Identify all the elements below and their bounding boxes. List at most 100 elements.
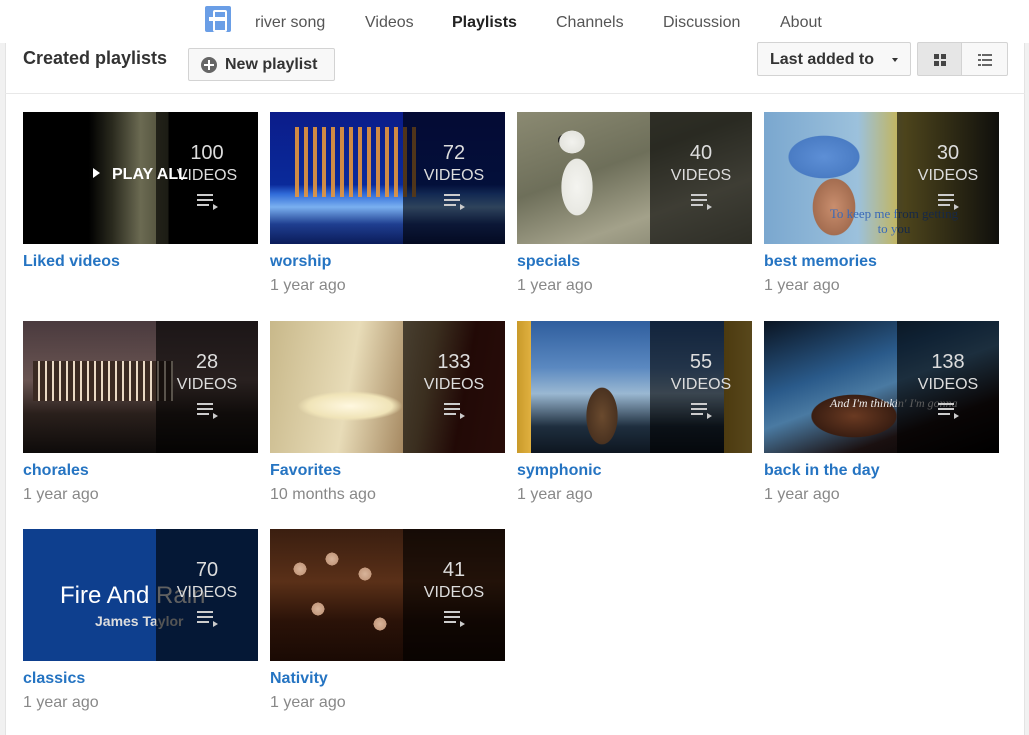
video-count-overlay: 138 VIDEOS <box>897 321 999 453</box>
grid-view-icon <box>934 54 947 66</box>
video-count-label: VIDEOS <box>423 167 485 184</box>
playlist-thumbnail[interactable]: 55 VIDEOS <box>517 321 752 453</box>
video-count: 100 <box>190 142 224 164</box>
nav-tab-videos[interactable]: Videos <box>365 14 414 32</box>
new-playlist-button[interactable]: New playlist <box>188 48 335 81</box>
playlist-title[interactable]: Nativity <box>270 670 328 688</box>
playlist-title[interactable]: symphonic <box>517 462 601 480</box>
video-count-overlay: 70 VIDEOS <box>156 529 258 661</box>
playlist-thumbnail[interactable]: And I'm thinkin' I'm gonna 138 VIDEOS <box>764 321 999 453</box>
playlist-updated: 1 year ago <box>517 277 593 294</box>
play-all-button[interactable]: PLAY ALL <box>93 166 188 184</box>
video-count: 30 <box>936 142 960 164</box>
video-count-label: VIDEOS <box>670 167 732 184</box>
playlist-title[interactable]: back in the day <box>764 462 880 480</box>
nav-channel-name[interactable]: river song <box>255 14 325 32</box>
playlist-icon <box>691 194 713 210</box>
playlist-card: And I'm thinkin' I'm gonna 138 VIDEOS ba… <box>764 321 999 521</box>
nav-tab-channels[interactable]: Channels <box>556 14 624 32</box>
playlist-thumbnail[interactable]: 28 VIDEOS <box>23 321 258 453</box>
sort-dropdown[interactable]: Last added to <box>757 42 911 76</box>
video-count-overlay: 40 VIDEOS <box>650 112 752 244</box>
video-count: 138 <box>931 351 965 373</box>
playlist-icon <box>444 403 466 419</box>
nav-tab-discussion[interactable]: Discussion <box>663 14 740 32</box>
video-count-overlay: 55 VIDEOS <box>650 321 752 453</box>
playlist-card: Fire And Rain James Taylor 70 VIDEOS cla… <box>23 529 258 729</box>
playlist-updated: 1 year ago <box>270 277 346 294</box>
playlist-title[interactable]: worship <box>270 253 331 271</box>
playlist-card: 40 VIDEOS specials 1 year ago <box>517 112 752 312</box>
playlist-thumbnail[interactable]: To keep me from getting to you 30 VIDEOS <box>764 112 999 244</box>
video-count: 40 <box>689 142 713 164</box>
nav-tab-about[interactable]: About <box>780 14 822 32</box>
playlist-updated: 1 year ago <box>764 277 840 294</box>
channel-logo-icon[interactable] <box>205 6 231 32</box>
playlist-icon <box>938 194 960 210</box>
playlist-updated: 10 months ago <box>270 486 376 503</box>
playlist-updated: 1 year ago <box>270 694 346 711</box>
playlist-title[interactable]: classics <box>23 670 85 688</box>
playlist-icon <box>444 611 466 627</box>
section-title: Created playlists <box>23 48 168 68</box>
playlist-card: To keep me from getting to you 30 VIDEOS … <box>764 112 999 312</box>
playlist-icon <box>691 403 713 419</box>
toolbar-divider <box>5 93 1025 94</box>
playlist-thumbnail[interactable]: 41 VIDEOS <box>270 529 505 661</box>
playlist-icon <box>197 194 219 210</box>
playlist-updated: 1 year ago <box>764 486 840 503</box>
playlist-card: 28 VIDEOS chorales 1 year ago <box>23 321 258 521</box>
playlist-card: 133 VIDEOS Favorites 10 months ago <box>270 321 505 521</box>
playlist-card: 55 VIDEOS symphonic 1 year ago <box>517 321 752 521</box>
playlist-icon <box>444 194 466 210</box>
video-count-label: VIDEOS <box>423 376 485 393</box>
playlist-title[interactable]: Favorites <box>270 462 341 480</box>
playlist-title[interactable]: Liked videos <box>23 253 120 271</box>
play-icon <box>93 168 100 178</box>
top-navigation: river song Videos Playlists Channels Dis… <box>0 0 1029 43</box>
video-count-label: VIDEOS <box>176 584 238 601</box>
playlist-icon <box>197 403 219 419</box>
video-count-label: VIDEOS <box>670 376 732 393</box>
playlist-thumbnail[interactable]: Fire And Rain James Taylor 70 VIDEOS <box>23 529 258 661</box>
playlist-card: 72 VIDEOS worship 1 year ago <box>270 112 505 312</box>
playlist-updated: 1 year ago <box>23 486 99 503</box>
playlist-title[interactable]: specials <box>517 253 580 271</box>
playlist-icon <box>197 611 219 627</box>
video-count: 72 <box>442 142 466 164</box>
playlist-updated: 1 year ago <box>517 486 593 503</box>
list-view-icon <box>978 54 992 66</box>
list-view-button[interactable] <box>961 42 1008 76</box>
video-count-label: VIDEOS <box>176 376 238 393</box>
playlist-thumbnail[interactable]: 133 VIDEOS <box>270 321 505 453</box>
video-count: 55 <box>689 351 713 373</box>
video-count-label: VIDEOS <box>423 584 485 601</box>
playlist-updated: 1 year ago <box>23 694 99 711</box>
playlist-title[interactable]: chorales <box>23 462 89 480</box>
grid-view-button[interactable] <box>917 42 962 76</box>
video-count: 133 <box>437 351 471 373</box>
video-count-overlay: 30 VIDEOS <box>897 112 999 244</box>
playlist-thumbnail[interactable]: 100 VIDEOS PLAY ALL <box>23 112 258 244</box>
video-count-overlay: 41 VIDEOS <box>403 529 505 661</box>
video-count-overlay: 72 VIDEOS <box>403 112 505 244</box>
playlist-title[interactable]: best memories <box>764 253 877 271</box>
playlist-card: 41 VIDEOS Nativity 1 year ago <box>270 529 505 729</box>
video-count-overlay: 133 VIDEOS <box>403 321 505 453</box>
video-count-label: VIDEOS <box>917 376 979 393</box>
video-count-overlay: 28 VIDEOS <box>156 321 258 453</box>
playlist-thumbnail[interactable]: 40 VIDEOS <box>517 112 752 244</box>
video-count: 28 <box>195 351 219 373</box>
video-count: 70 <box>195 559 219 581</box>
sort-label: Last added to <box>770 51 875 68</box>
chevron-down-icon <box>892 58 898 62</box>
video-count: 41 <box>442 559 466 581</box>
playlist-icon <box>938 403 960 419</box>
new-playlist-label: New playlist <box>225 56 318 73</box>
add-circle-icon <box>201 57 217 73</box>
video-count-label: VIDEOS <box>917 167 979 184</box>
playlist-thumbnail[interactable]: 72 VIDEOS <box>270 112 505 244</box>
playlist-card: 100 VIDEOS PLAY ALL Liked videos <box>23 112 258 312</box>
nav-tab-playlists[interactable]: Playlists <box>452 14 517 32</box>
play-all-label: PLAY ALL <box>112 166 188 183</box>
